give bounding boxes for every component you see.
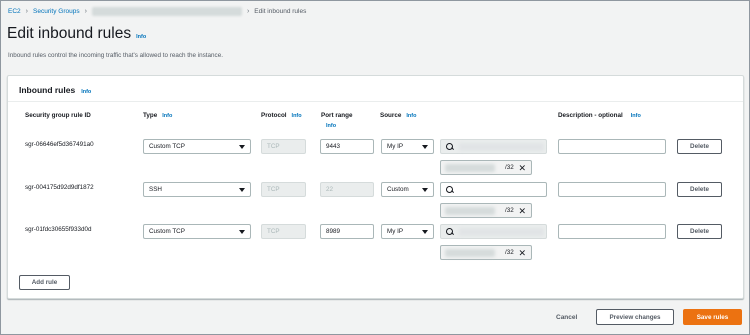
cidr-search-input[interactable] (440, 224, 547, 239)
source-select[interactable]: My IP (381, 139, 434, 154)
column-header-port-range: Port range (321, 112, 353, 119)
column-header-rule-id: Security group rule ID (25, 112, 91, 119)
breadcrumb-security-groups[interactable]: Security Groups (33, 8, 80, 15)
type-select[interactable]: SSH (143, 182, 251, 197)
page-title-text: Edit inbound rules (7, 25, 132, 42)
page-title: Edit inbound rules Info (7, 25, 146, 43)
cidr-search-redacted (459, 143, 544, 151)
caret-down-icon (239, 188, 245, 192)
caret-down-icon (239, 145, 245, 149)
caret-down-icon (422, 188, 428, 192)
panel-title: Inbound rules Info (19, 85, 91, 95)
add-rule-button[interactable]: Add rule (19, 275, 70, 290)
cidr-suffix: /32 (505, 164, 514, 171)
page-description: Inbound rules control the incoming traff… (8, 52, 223, 59)
column-header-type: Type Info (143, 112, 172, 119)
port-range-info-link[interactable]: Info (326, 123, 336, 129)
breadcrumb-security-group-redacted[interactable] (91, 6, 242, 16)
panel-header: Inbound rules Info (8, 76, 743, 102)
close-icon[interactable]: ✕ (518, 163, 526, 173)
column-header-description: Description - optional Info (558, 112, 641, 119)
window-frame: EC2 › Security Groups › › Edit inbound r… (0, 0, 750, 335)
column-header-label: Port range (321, 112, 353, 119)
caret-down-icon (422, 230, 428, 234)
cidr-search-input[interactable] (440, 139, 547, 154)
protocol-field: TCP (261, 139, 306, 154)
type-select[interactable]: Custom TCP (143, 224, 251, 239)
protocol-field: TCP (261, 182, 306, 197)
chevron-right-icon: › (84, 7, 87, 15)
source-select-value: My IP (387, 228, 404, 235)
type-select-value: SSH (149, 186, 162, 193)
search-icon (446, 142, 454, 151)
column-header-protocol: Protocol Info (261, 112, 302, 119)
panel-title-text: Inbound rules (19, 85, 76, 95)
search-icon (446, 185, 454, 194)
column-header-label: Description - optional (558, 112, 623, 119)
column-header-label: Security group rule ID (25, 112, 91, 119)
cidr-search-input[interactable] (440, 182, 547, 197)
cidr-token: /32 ✕ (440, 160, 532, 175)
cidr-suffix: /32 (505, 249, 514, 256)
panel-info-link[interactable]: Info (81, 89, 91, 95)
type-info-link[interactable]: Info (162, 113, 172, 119)
source-select[interactable]: Custom (381, 182, 434, 197)
column-header-label: Type (143, 112, 158, 119)
caret-down-icon (422, 145, 428, 149)
protocol-field: TCP (261, 224, 306, 239)
source-select-value: My IP (387, 143, 404, 150)
source-select[interactable]: My IP (381, 224, 434, 239)
cidr-token: /32 ✕ (440, 245, 532, 260)
column-header-source: Source Info (380, 112, 416, 119)
column-header-label: Source (380, 112, 402, 119)
cidr-suffix: /32 (505, 207, 514, 214)
protocol-info-link[interactable]: Info (292, 113, 302, 119)
port-range-field: 22 (320, 182, 374, 197)
description-input[interactable] (558, 224, 666, 239)
save-rules-button[interactable]: Save rules (683, 309, 742, 325)
description-input[interactable] (558, 139, 666, 154)
rule-id: sgr-01fdc30655f933d0d (25, 226, 92, 233)
delete-button[interactable]: Delete (677, 224, 722, 239)
cidr-redacted (445, 249, 495, 257)
rule-id: sgr-06646ef5d367491a0 (25, 141, 94, 148)
port-range-input[interactable]: 8989 (320, 224, 374, 239)
type-select[interactable]: Custom TCP (143, 139, 251, 154)
port-range-input[interactable]: 9443 (320, 139, 374, 154)
cancel-button[interactable]: Cancel (556, 314, 577, 321)
type-select-value: Custom TCP (149, 143, 185, 150)
page-info-link[interactable]: Info (136, 34, 146, 40)
type-select-value: Custom TCP (149, 228, 185, 235)
caret-down-icon (239, 230, 245, 234)
breadcrumb-ec2[interactable]: EC2 (8, 8, 21, 15)
chevron-right-icon: › (25, 7, 28, 15)
cidr-redacted (445, 207, 495, 215)
source-select-value: Custom (387, 186, 409, 193)
description-input[interactable] (558, 182, 666, 197)
breadcrumb: EC2 › Security Groups › › Edit inbound r… (8, 6, 306, 16)
rule-id: sgr-004175d92d9df1872 (25, 184, 94, 191)
chevron-right-icon: › (246, 7, 250, 15)
breadcrumb-current: Edit inbound rules (254, 7, 307, 15)
search-icon (446, 227, 454, 236)
preview-changes-button[interactable]: Preview changes (596, 309, 674, 325)
port-range-info-wrapper: Info (326, 122, 336, 129)
cidr-search-redacted (459, 228, 544, 236)
delete-button[interactable]: Delete (677, 139, 722, 154)
inbound-rules-panel: Inbound rules Info Security group rule I… (7, 75, 744, 299)
description-info-link[interactable]: Info (631, 113, 641, 119)
close-icon[interactable]: ✕ (518, 248, 526, 258)
close-icon[interactable]: ✕ (518, 206, 526, 216)
cidr-redacted (445, 164, 495, 172)
column-header-label: Protocol (261, 112, 287, 119)
cidr-token: /32 ✕ (440, 203, 532, 218)
source-info-link[interactable]: Info (406, 113, 416, 119)
delete-button[interactable]: Delete (677, 182, 722, 197)
